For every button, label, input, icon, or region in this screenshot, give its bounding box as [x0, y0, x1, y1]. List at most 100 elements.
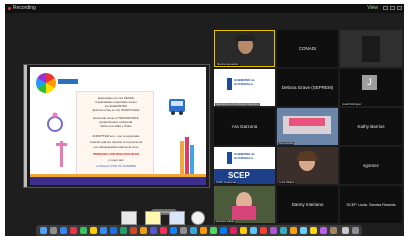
- slide-line: ANDOTTER son - son a especiales: [92, 134, 140, 138]
- participant-label: Josefi Rodríguez: [341, 103, 363, 106]
- excel-icon[interactable]: [120, 227, 127, 234]
- logo-text-block: [58, 79, 78, 84]
- calendar-icon[interactable]: [70, 227, 77, 234]
- logo-bar: [227, 78, 232, 90]
- participant-tile-lucia[interactable]: Lucia Raquel: [277, 147, 338, 184]
- pink-sign: [289, 118, 325, 126]
- word-icon[interactable]: [110, 227, 117, 234]
- wheelchair-icon: [47, 112, 63, 132]
- participant-tile-conadi[interactable]: CONADI: [277, 30, 338, 67]
- trash-icon[interactable]: [352, 227, 359, 234]
- participant-label: SCEP Guatemala: [215, 181, 238, 184]
- slide-line: Retra una Valla y Útiles: [100, 124, 132, 128]
- headphones-icon: [236, 35, 255, 41]
- logo-text: GOBIERNO de GUATEMALA: [234, 152, 255, 160]
- slide-line-highlight: PERSONA CON DISCAPACIDAD: [93, 152, 139, 156]
- slide-line: Cuando quieres referirte a una persona: [89, 140, 143, 144]
- close-window-icon[interactable]: [397, 6, 402, 10]
- photos-thumbnail[interactable]: [191, 211, 205, 225]
- avatar: J: [362, 75, 377, 90]
- app-icon[interactable]: [320, 227, 327, 234]
- participant-tile-danny[interactable]: Danny Interiano: [277, 186, 338, 223]
- app-icon[interactable]: [150, 227, 157, 234]
- slide-line: y mejor aún: [108, 158, 124, 162]
- participant-label: Secretaría de Coordinación Ejecutiva: [215, 103, 260, 106]
- bus-icon: [169, 99, 185, 115]
- photos-icon[interactable]: [140, 227, 147, 234]
- notes-thumbnail[interactable]: [145, 211, 161, 225]
- notes-icon[interactable]: [90, 227, 97, 234]
- hair-shape: [297, 151, 317, 161]
- participant-name: Debora Grave (SEPREM): [281, 85, 334, 90]
- window-thumbnail[interactable]: [121, 211, 137, 225]
- participant-tile-secretaria[interactable]: GOBIERNO de GUATEMALA Secretaría de Coord…: [214, 69, 275, 106]
- facetime-icon[interactable]: [210, 227, 217, 234]
- gobierno-guatemala-logo: GOBIERNO de GUATEMALA: [224, 149, 256, 169]
- participant-tile-speaker[interactable]: Monica Hernandez: [214, 30, 275, 67]
- downloads-icon[interactable]: [342, 227, 349, 234]
- mail-icon[interactable]: [190, 227, 197, 234]
- maximize-window-icon[interactable]: [390, 6, 395, 10]
- dock: [36, 225, 362, 236]
- app-icon[interactable]: [260, 227, 267, 234]
- app-icon[interactable]: [310, 227, 317, 234]
- app-icon[interactable]: [330, 227, 337, 234]
- app-icon[interactable]: [250, 227, 257, 234]
- participant-tile-debora[interactable]: Debora Grave (SEPREM): [277, 69, 338, 106]
- participant-tile-scep-sandra[interactable]: SCEP Licda. Sandra Reanda: [340, 186, 402, 223]
- slide-text-panel: Especiales son los PECES Capacidades esp…: [76, 91, 154, 175]
- finder-icon[interactable]: [40, 227, 47, 234]
- slide-line: con discapacidad solamente di es: [93, 145, 139, 149]
- app-icon[interactable]: [300, 227, 307, 234]
- participant-tile-camera[interactable]: [340, 30, 402, 67]
- minimize-window-icon[interactable]: [383, 6, 388, 10]
- pencils-icon: [180, 137, 194, 175]
- app-icon[interactable]: [270, 227, 277, 234]
- slide-line: Enfermos hay en los HOSPITALES: [92, 108, 140, 112]
- participant-tile-veronica[interactable]: Veronica Cañas: [214, 186, 275, 223]
- shared-screen-edge: [24, 65, 27, 187]
- color-wheel-logo: [36, 73, 56, 93]
- recording-label: Recording: [13, 5, 36, 11]
- crutch-icon: [56, 141, 67, 167]
- participant-tile-sagomez[interactable]: sgomez: [340, 147, 402, 184]
- document-thumbnail[interactable]: [169, 211, 185, 225]
- pages-icon[interactable]: [200, 227, 207, 234]
- participant-name: Ara Garzona: [231, 124, 258, 129]
- maps-icon[interactable]: [220, 227, 227, 234]
- appstore-icon[interactable]: [170, 227, 177, 234]
- participant-video: [362, 36, 380, 62]
- participant-name: Danny Interiano: [291, 202, 324, 207]
- participant-label: Lucia Raquel: [278, 181, 296, 184]
- shirt-shape: [232, 206, 256, 220]
- app-icon[interactable]: [240, 227, 247, 234]
- participant-tile-ara[interactable]: Ara Garzona: [214, 108, 275, 145]
- logo-text: GOBIERNO de GUATEMALA: [234, 78, 255, 86]
- app-icon[interactable]: [280, 227, 287, 234]
- participant-name: Kathy Barrios: [357, 124, 385, 129]
- participant-tile-bridge[interactable]: Ana Huertas: [277, 108, 338, 145]
- participant-tile-scep-guatemala[interactable]: GOBIERNO de GUATEMALA SCEP SCEP Guatemala: [214, 147, 275, 184]
- app-icon[interactable]: [230, 227, 237, 234]
- settings-icon[interactable]: [180, 227, 187, 234]
- powerpoint-icon[interactable]: [130, 227, 137, 234]
- launchpad-icon[interactable]: [50, 227, 57, 234]
- safari-icon[interactable]: [60, 227, 67, 234]
- view-button[interactable]: View: [367, 5, 378, 11]
- participant-name: sgomez: [363, 163, 379, 168]
- app-icon[interactable]: [290, 227, 297, 234]
- gobierno-guatemala-logo: GOBIERNO de GUATEMALA: [224, 75, 256, 99]
- scep-logo-text: SCEP: [228, 171, 250, 180]
- zoom-icon[interactable]: [100, 227, 107, 234]
- logo-bar: [227, 152, 232, 164]
- recording-icon: [8, 7, 11, 10]
- video-call-window: Recording View Especiales son los PECES …: [5, 4, 404, 236]
- participant-name: CONADI: [298, 46, 317, 51]
- messages-icon[interactable]: [80, 227, 87, 234]
- participant-tile-j[interactable]: J Josefi Rodríguez: [340, 69, 402, 106]
- participant-label: Ana Huertas: [278, 142, 295, 145]
- participant-label: Monica Hernandez: [216, 63, 240, 66]
- participant-tile-kathy[interactable]: Kathy Barrios: [340, 108, 402, 145]
- presentation-slide: Especiales son los PECES Capacidades esp…: [30, 67, 206, 185]
- music-icon[interactable]: [160, 227, 167, 234]
